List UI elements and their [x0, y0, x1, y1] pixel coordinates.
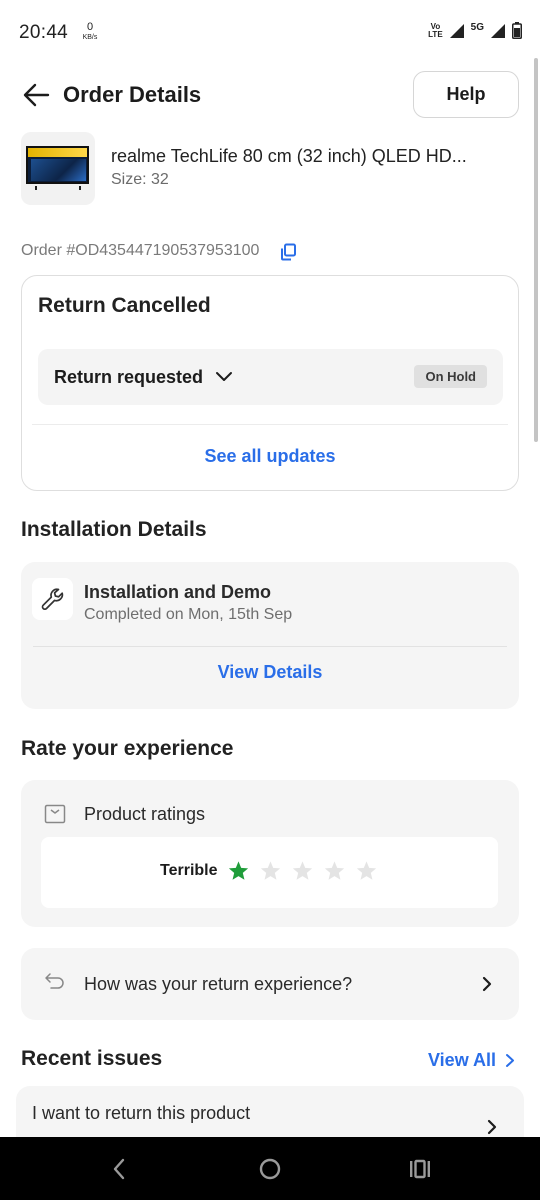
- battery-icon: [512, 22, 522, 39]
- network-speed: 0 KB/s: [79, 21, 101, 42]
- star-icon-4[interactable]: [323, 860, 346, 882]
- status-badge: On Hold: [414, 365, 487, 388]
- star-rating[interactable]: [227, 860, 378, 882]
- return-status-title: Return Cancelled: [38, 294, 211, 317]
- chevron-right-icon[interactable]: [505, 1053, 515, 1068]
- product-ratings-label: Product ratings: [84, 804, 206, 824]
- network-speed-unit: KB/s: [82, 34, 98, 41]
- package-icon: [44, 804, 66, 824]
- divider: [32, 424, 508, 425]
- back-button[interactable]: [20, 80, 54, 110]
- star-icon-5[interactable]: [355, 860, 378, 882]
- view-details-link[interactable]: View Details: [21, 662, 519, 683]
- network-speed-value: 0: [86, 21, 94, 33]
- nav-recents-icon[interactable]: [408, 1157, 432, 1181]
- recent-issue-text: I want to return this product: [32, 1103, 251, 1123]
- view-all-link[interactable]: View All: [428, 1050, 496, 1071]
- system-nav-bar: [0, 1137, 540, 1200]
- chevron-right-icon: [482, 976, 492, 992]
- copy-icon[interactable]: [280, 243, 297, 261]
- nav-home-icon[interactable]: [258, 1157, 282, 1181]
- status-icons: Vo LTE 5G: [428, 22, 522, 39]
- status-bar: 20:44 0 KB/s Vo LTE 5G: [0, 0, 540, 62]
- rating-section-title: Rate your experience: [21, 737, 234, 760]
- divider: [33, 646, 507, 647]
- status-time: 20:44: [19, 22, 69, 43]
- product-image[interactable]: [21, 132, 95, 205]
- recent-issues-title: Recent issues: [21, 1047, 163, 1070]
- star-icon-3[interactable]: [291, 860, 314, 882]
- installation-title: Installation and Demo: [84, 582, 272, 602]
- rating-row: Terrible: [41, 837, 498, 908]
- signal-icon: [449, 23, 464, 38]
- volte-icon: Vo LTE: [428, 21, 443, 39]
- product-name[interactable]: realme TechLife 80 cm (32 inch) QLED HD.…: [111, 146, 467, 167]
- page-title: Order Details: [63, 82, 202, 107]
- star-icon-1[interactable]: [227, 860, 250, 882]
- product-rating-card: Product ratings Terrible: [21, 780, 519, 927]
- network-type: 5G: [470, 22, 484, 33]
- header: Order Details Help: [0, 62, 540, 128]
- wrench-icon: [41, 588, 64, 610]
- chevron-down-icon: [216, 372, 232, 381]
- rating-word: Terrible: [160, 862, 218, 879]
- nav-back-icon[interactable]: [108, 1157, 132, 1181]
- arrow-left-icon: [23, 83, 50, 107]
- return-experience-row[interactable]: How was your return experience?: [21, 948, 519, 1020]
- order-id: Order #OD435447190537953100: [21, 242, 260, 259]
- installation-card: Installation and Demo Completed on Mon, …: [21, 562, 519, 709]
- product-size: Size: 32: [111, 171, 169, 188]
- chevron-right-icon: [487, 1119, 497, 1135]
- signal-icon-2: [491, 23, 505, 38]
- return-requested-row[interactable]: Return requested On Hold: [38, 349, 503, 405]
- return-experience-label: How was your return experience?: [84, 974, 353, 994]
- help-button[interactable]: Help: [413, 71, 519, 118]
- return-requested-label: Return requested: [54, 367, 204, 387]
- return-status-card: Return Cancelled Return requested On Hol…: [21, 275, 519, 491]
- star-icon-2[interactable]: [259, 860, 282, 882]
- undo-icon: [45, 973, 64, 989]
- installation-section-title: Installation Details: [21, 518, 207, 541]
- see-all-updates-link[interactable]: See all updates: [22, 446, 518, 467]
- installation-date: Completed on Mon, 15th Sep: [84, 606, 293, 623]
- tv-illustration: [26, 146, 89, 184]
- wrench-icon-box: [32, 578, 73, 620]
